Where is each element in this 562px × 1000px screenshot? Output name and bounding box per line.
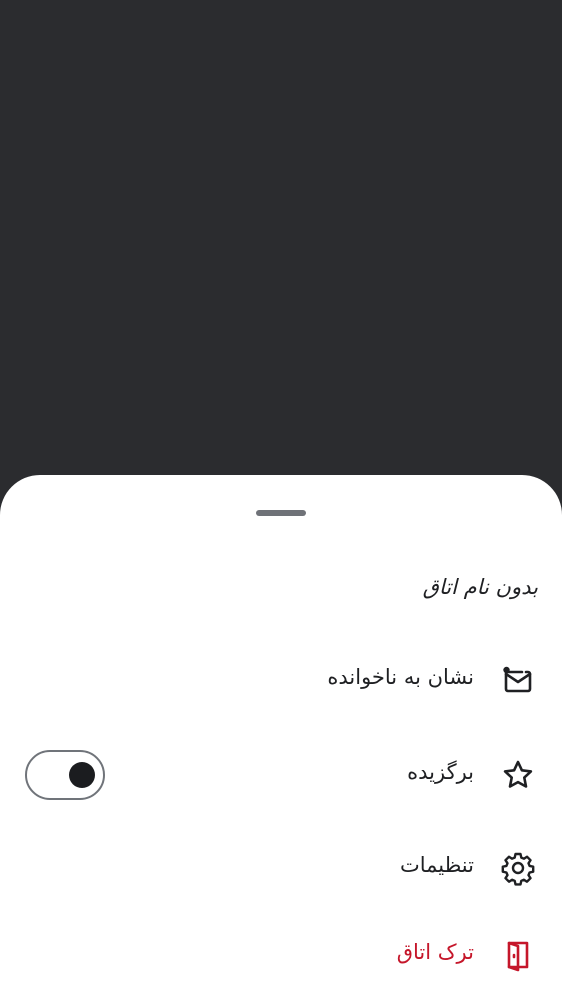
room-options-bottom-sheet: بدون نام اتاق نشان به ناخوانده برگزیده ت… [0,475,562,1000]
favourite-toggle[interactable] [25,750,105,800]
settings-gear-icon [500,850,536,886]
leave-room-label: ترک اتاق [396,940,474,964]
settings-label: تنظیمات [399,853,474,877]
mark-unread-label: نشان به ناخوانده [327,665,474,689]
sheet-drag-handle[interactable] [256,510,306,516]
settings-item[interactable]: تنظیمات [0,838,562,898]
room-name-title: بدون نام اتاق [422,575,538,599]
toggle-knob [69,762,95,788]
star-icon [500,757,536,793]
leave-door-icon [500,937,536,973]
favourite-item[interactable]: برگزیده [0,745,562,805]
dimmed-backdrop[interactable] [0,0,562,480]
mark-unread-icon [500,662,536,698]
leave-room-item[interactable]: ترک اتاق [0,925,562,985]
mark-unread-item[interactable]: نشان به ناخوانده [0,650,562,710]
favourite-label: برگزیده [407,760,474,784]
